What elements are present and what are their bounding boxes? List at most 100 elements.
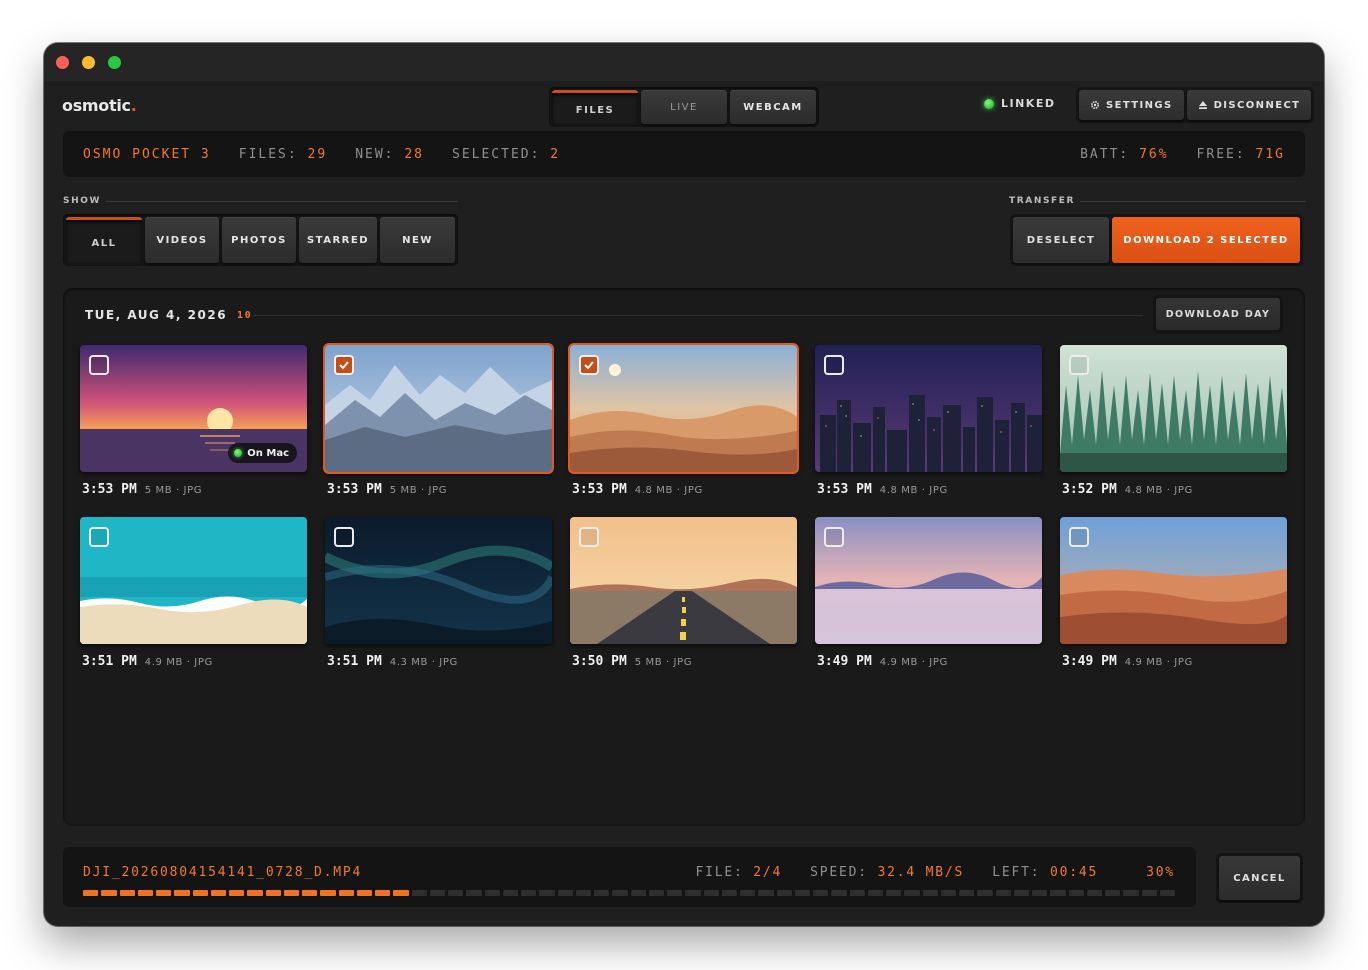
file-info: 4.3 MB · JPG	[389, 657, 458, 668]
file-thumbnail[interactable]	[815, 345, 1042, 472]
device-status-bar: OSMO POCKET 3 FILES: 29 NEW: 28 SELECTED…	[63, 131, 1305, 177]
file-info: 4.9 MB · JPG	[879, 657, 948, 668]
progress-segment	[867, 890, 883, 896]
progress-segment	[411, 890, 427, 896]
file-thumbnail[interactable]	[570, 517, 797, 644]
file-thumbnail[interactable]	[815, 517, 1042, 644]
road-image	[570, 517, 797, 644]
file-info: 4.8 MB · JPG	[1124, 485, 1193, 496]
select-checkbox[interactable]	[579, 355, 599, 375]
file-time: 3:50 PM	[572, 654, 627, 669]
city-image	[815, 345, 1042, 472]
file-thumbnail[interactable]	[325, 517, 552, 644]
filter-all[interactable]: ALL	[66, 217, 142, 263]
mode-switcher: FILES LIVE WEBCAM	[549, 87, 819, 127]
title-bar	[44, 43, 1324, 81]
file-info: 4.8 MB · JPG	[879, 485, 948, 496]
progress-segment	[703, 890, 719, 896]
progress-segment	[995, 890, 1011, 896]
app-logo: osmotic.	[62, 96, 137, 115]
file-thumbnail[interactable]	[80, 517, 307, 644]
progress-segment	[283, 890, 299, 896]
progress-file-value: 2/4	[753, 865, 783, 880]
file-tile[interactable]: 3:52 PM 4.8 MB · JPG	[1060, 345, 1287, 497]
transfer-actions: DESELECT DOWNLOAD 2 SELECTED	[1010, 214, 1303, 266]
filter-new[interactable]: NEW	[380, 217, 455, 263]
file-thumbnail[interactable]	[1060, 517, 1287, 644]
check-icon	[339, 361, 349, 370]
file-thumbnail[interactable]	[1060, 345, 1287, 472]
select-checkbox[interactable]	[824, 355, 844, 375]
select-checkbox[interactable]	[824, 527, 844, 547]
progress-segment	[758, 890, 774, 896]
mountains-image	[325, 345, 552, 472]
progress-segment	[210, 890, 226, 896]
tab-webcam[interactable]: WEBCAM	[730, 90, 816, 124]
progress-segment	[594, 890, 610, 896]
eject-icon	[1198, 101, 1207, 109]
file-thumbnail[interactable]	[325, 345, 552, 472]
file-info: 4.9 MB · JPG	[144, 657, 213, 668]
filter-videos[interactable]: VIDEOS	[145, 217, 219, 263]
file-tile[interactable]: 3:51 PM 4.9 MB · JPG	[80, 517, 307, 669]
aurora-image	[325, 517, 552, 644]
progress-segment	[247, 890, 263, 896]
progress-percent: 30%	[1146, 865, 1175, 880]
select-checkbox[interactable]	[1069, 355, 1089, 375]
progress-segment	[484, 890, 500, 896]
filter-photos[interactable]: PHOTOS	[222, 217, 296, 263]
select-checkbox[interactable]	[334, 527, 354, 547]
download-day-button[interactable]: DOWNLOAD DAY	[1156, 298, 1280, 330]
progress-left-value: 00:45	[1049, 865, 1099, 880]
file-tile[interactable]: 3:53 PM 4.8 MB · JPG	[815, 345, 1042, 497]
file-info: 4.9 MB · JPG	[1124, 657, 1193, 668]
file-tile[interactable]: On Mac 3:53 PM 5 MB · JPG	[80, 345, 307, 497]
file-tile[interactable]: 3:50 PM 5 MB · JPG	[570, 517, 797, 669]
progress-segment	[192, 890, 208, 896]
file-tile[interactable]: 3:51 PM 4.3 MB · JPG	[325, 517, 552, 669]
cancel-button[interactable]: CANCEL	[1219, 856, 1300, 900]
app-window: osmotic. FILES LIVE WEBCAM LINKED SETTIN…	[44, 43, 1324, 926]
select-checkbox[interactable]	[334, 355, 354, 375]
transfer-divider	[1080, 201, 1306, 202]
file-thumbnail[interactable]	[570, 345, 797, 472]
file-tile[interactable]: 3:49 PM 4.9 MB · JPG	[1060, 517, 1287, 669]
transfer-label: TRANSFER	[1009, 196, 1076, 206]
battery-label: BATT:	[1080, 146, 1130, 162]
minimize-window-button[interactable]	[82, 56, 95, 69]
file-tile[interactable]: 3:53 PM 5 MB · JPG	[325, 345, 552, 497]
progress-segment	[375, 890, 391, 896]
file-info: 4.8 MB · JPG	[634, 485, 703, 496]
file-thumbnail[interactable]: On Mac	[80, 345, 307, 472]
zoom-window-button[interactable]	[108, 56, 121, 69]
cancel-wrapper: CANCEL	[1216, 853, 1303, 903]
tab-live[interactable]: LIVE	[641, 90, 727, 124]
progress-segment	[119, 890, 135, 896]
download-selected-button[interactable]: DOWNLOAD 2 SELECTED	[1112, 217, 1300, 263]
tab-files[interactable]: FILES	[552, 90, 638, 124]
progress-segment	[137, 890, 153, 896]
file-time: 3:53 PM	[572, 482, 627, 497]
file-tile[interactable]: 3:49 PM 4.9 MB · JPG	[815, 517, 1042, 669]
disconnect-button[interactable]: DISCONNECT	[1186, 90, 1312, 120]
progress-segment	[813, 890, 829, 896]
settings-button[interactable]: SETTINGS	[1079, 90, 1184, 120]
settings-label: SETTINGS	[1106, 99, 1173, 111]
close-window-button[interactable]	[56, 56, 69, 69]
device-name: OSMO POCKET 3	[83, 146, 211, 162]
connection-status-label: LINKED	[1001, 97, 1056, 110]
forest-image	[1060, 345, 1287, 472]
select-checkbox[interactable]	[1069, 527, 1089, 547]
progress-segment	[429, 890, 445, 896]
progress-segment	[612, 890, 628, 896]
deselect-button[interactable]: DESELECT	[1013, 217, 1109, 263]
file-browser-panel: TUE, AUG 4, 2026 10 DOWNLOAD DAY On Mac …	[63, 288, 1305, 826]
select-checkbox[interactable]	[89, 355, 109, 375]
progress-segment	[794, 890, 810, 896]
filter-starred[interactable]: STARRED	[299, 217, 377, 263]
select-checkbox[interactable]	[579, 527, 599, 547]
selected-label: SELECTED:	[452, 146, 541, 162]
progress-segment	[977, 890, 993, 896]
file-tile[interactable]: 3:53 PM 4.8 MB · JPG	[570, 345, 797, 497]
select-checkbox[interactable]	[89, 527, 109, 547]
